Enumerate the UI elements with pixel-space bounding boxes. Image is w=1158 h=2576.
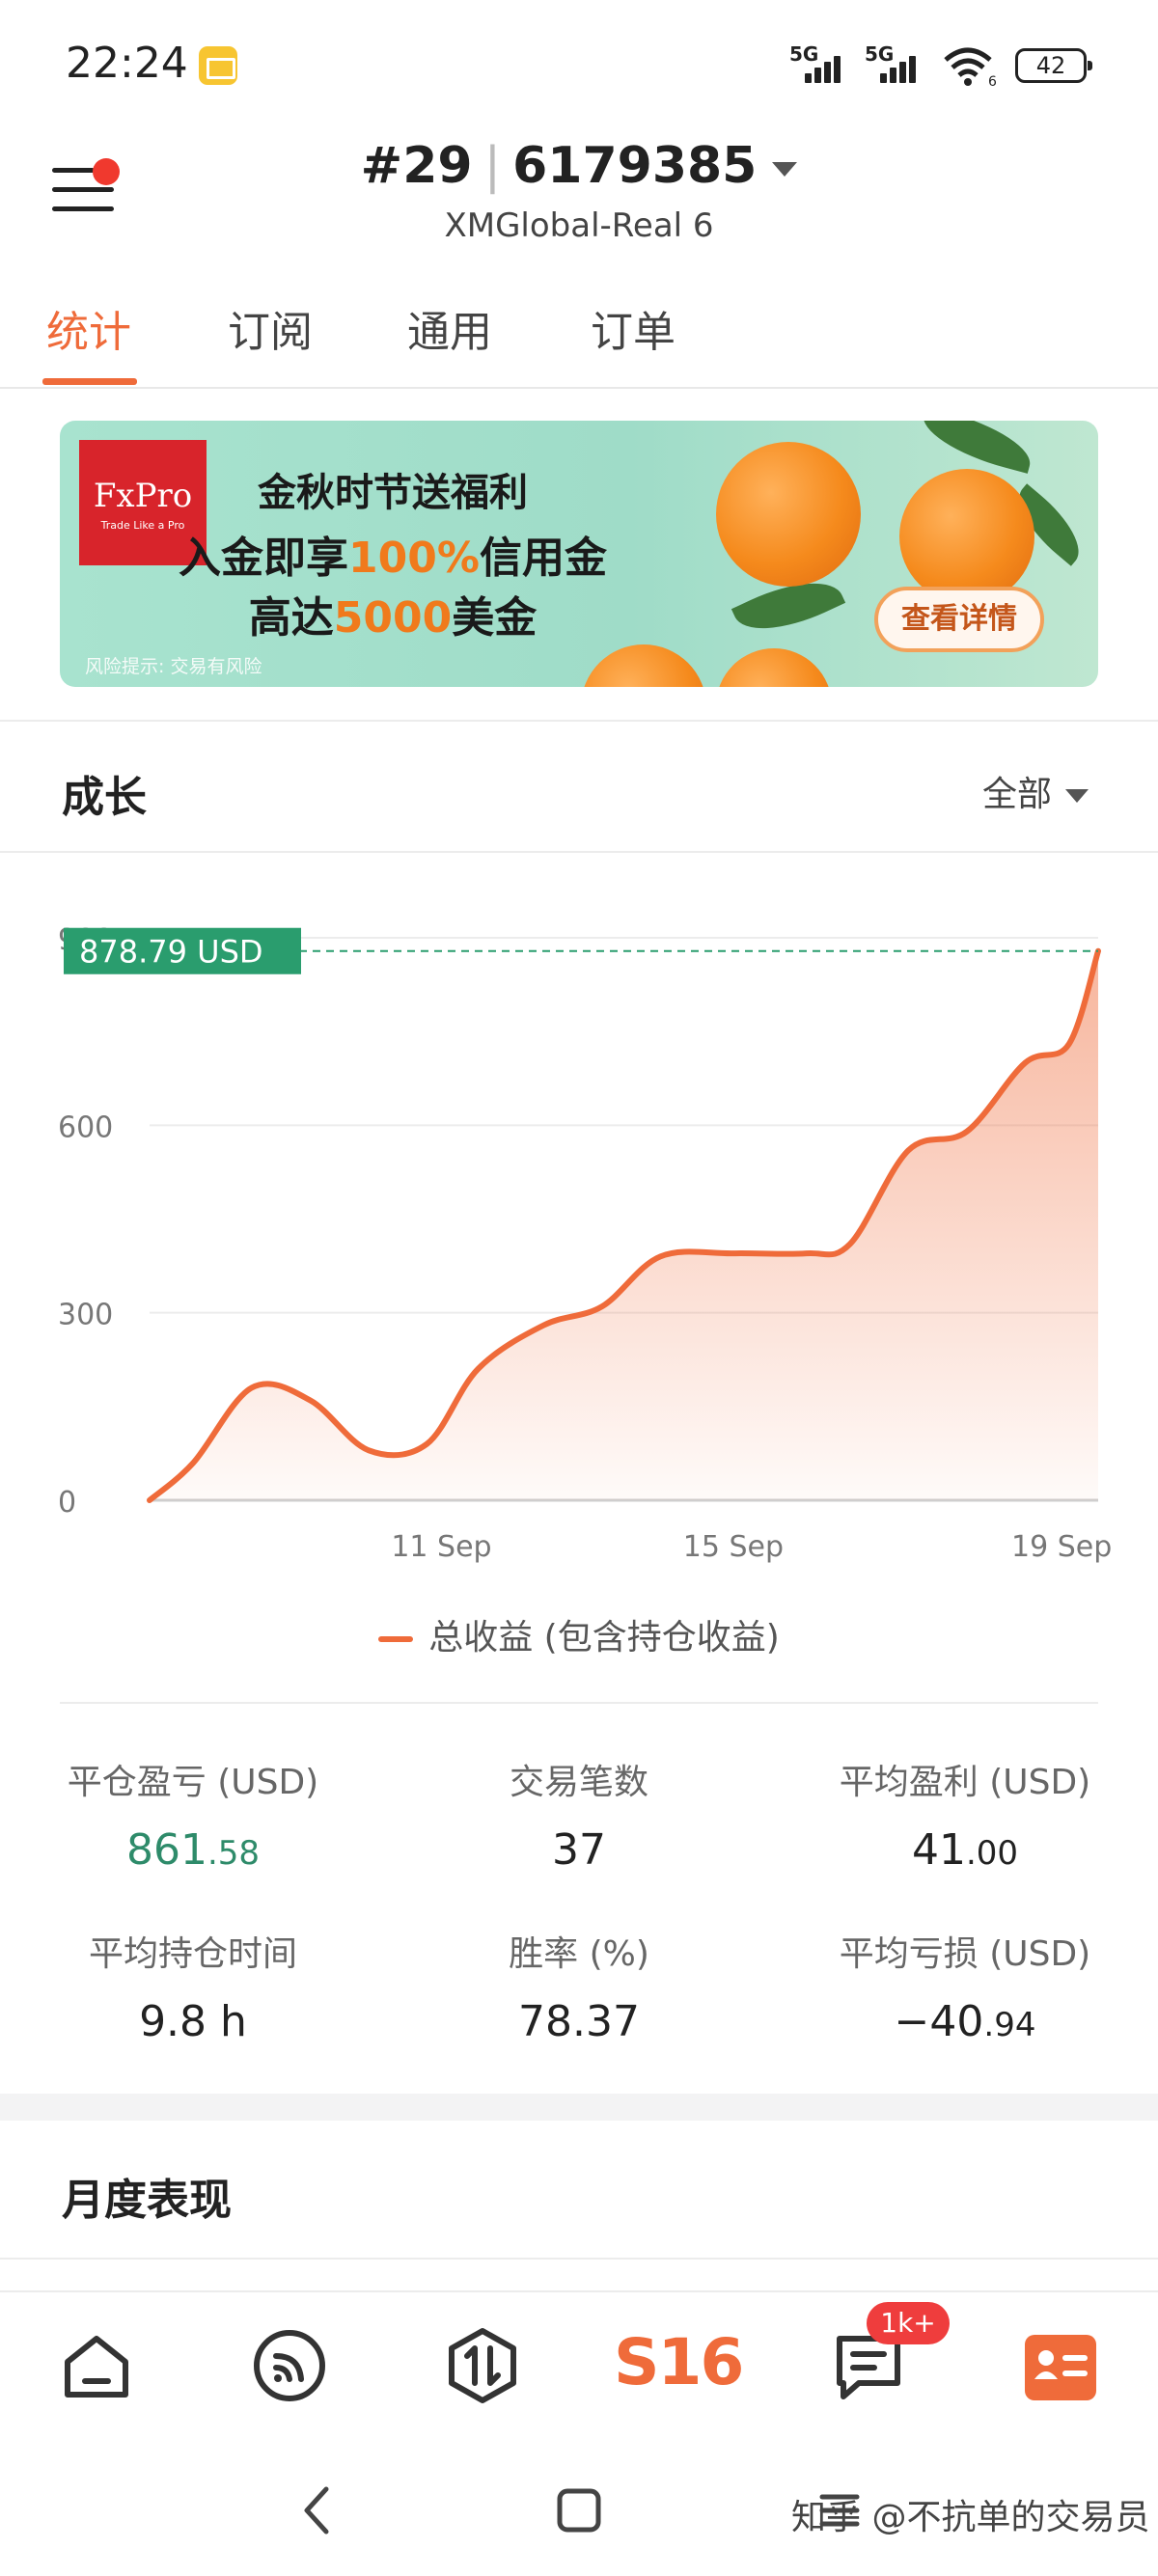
- stat-label: 平仓盈亏 (USD): [67, 1763, 319, 1802]
- tab-general[interactable]: 通用: [407, 297, 492, 359]
- stat-label: 平均亏损 (USD): [839, 1934, 1091, 1974]
- monthly-performance-title: 月度表现: [62, 2176, 232, 2225]
- nav-feed[interactable]: [251, 2327, 328, 2404]
- stat-win-rate: 胜率 (%) 78.37: [386, 1926, 772, 2046]
- account-id: 6179385: [512, 137, 758, 195]
- server-name: XMGlobal-Real 6: [444, 206, 714, 245]
- notification-badge: 1k+: [867, 2302, 950, 2344]
- nav-home[interactable]: [58, 2327, 135, 2404]
- tab-orders[interactable]: 订单: [591, 297, 676, 359]
- caret-down-icon: [1065, 789, 1089, 803]
- x-tick-label: 19 Sep: [1011, 1530, 1112, 1564]
- stat-avg-hold-time: 平均持仓时间 9.8 h: [0, 1926, 386, 2046]
- legend-label: 总收益 (包含持仓收益): [428, 1618, 780, 1658]
- stat-trade-count: 交易笔数 37: [386, 1754, 772, 1875]
- bottom-nav: S16 1k+: [0, 2290, 1158, 2437]
- divider: [0, 387, 1158, 389]
- wifi-sub-label: 6: [988, 74, 997, 87]
- status-time: 22:24: [66, 39, 188, 88]
- growth-chart: 030060090011 Sep15 Sep19 Sep 878.79 USD: [58, 923, 1112, 1564]
- stat-avg-profit: 平均盈利 (USD) 41.00: [772, 1754, 1158, 1875]
- y-tick-label: 300: [58, 1299, 113, 1332]
- range-filter-value: 全部: [982, 775, 1053, 814]
- signal-1-icon: 5G: [789, 42, 847, 87]
- offer-amount: 5000: [333, 593, 453, 643]
- section-gap: [0, 2094, 1158, 2121]
- battery-icon: 42: [1015, 48, 1092, 83]
- divider: [60, 1702, 1098, 1704]
- promo-banner[interactable]: FxPro Trade Like a Pro 金秋时节送福利 入金即享100%信…: [60, 421, 1098, 687]
- growth-title: 成长: [62, 773, 147, 822]
- signal-1-label: 5G: [789, 42, 819, 66]
- banner-offer-line: 入金即享100%信用金: [179, 534, 607, 583]
- stat-value: −40.94: [894, 1997, 1036, 2046]
- divider: [0, 851, 1158, 853]
- offer-percent: 100%: [348, 534, 480, 583]
- home-square-icon[interactable]: [550, 2481, 608, 2539]
- stat-value: 861.58: [125, 1825, 261, 1875]
- home-icon: [65, 2336, 128, 2398]
- series-area: [150, 950, 1098, 1500]
- profile-card-icon: [1034, 2350, 1088, 2379]
- stat-value: 37: [552, 1825, 606, 1875]
- stat-label: 平均盈利 (USD): [839, 1763, 1091, 1802]
- stat-label: 交易笔数: [509, 1763, 648, 1802]
- stat-label: 胜率 (%): [509, 1934, 649, 1974]
- x-tick-label: 11 Sep: [391, 1530, 491, 1564]
- chart-legend: 总收益 (包含持仓收益): [0, 1609, 1158, 1659]
- nav-s16[interactable]: S16: [614, 2325, 744, 2399]
- account-selector[interactable]: #29 | 6179385: [0, 137, 1158, 195]
- current-value-label: 878.79 USD: [79, 934, 263, 971]
- divider: [0, 2258, 1158, 2260]
- tab-statistics[interactable]: 统计: [46, 297, 131, 359]
- stat-value: 78.37: [518, 1997, 640, 2046]
- feed-icon: [254, 2330, 325, 2401]
- stat-avg-loss: 平均亏损 (USD) −40.94: [772, 1926, 1158, 2046]
- nav-trade[interactable]: [444, 2327, 521, 2404]
- legend-swatch: [378, 1636, 414, 1642]
- banner-headline: 金秋时节送福利: [258, 471, 528, 515]
- y-tick-label: 600: [58, 1110, 113, 1144]
- stat-value: 9.8 h: [139, 1997, 247, 2046]
- signal-2-icon: 5G: [865, 42, 923, 87]
- nav-profile[interactable]: [1025, 2335, 1096, 2400]
- x-tick-label: 15 Sep: [683, 1530, 784, 1564]
- y-tick-label: 0: [58, 1486, 76, 1520]
- risk-warning: 风险提示: 交易有风险: [85, 656, 262, 677]
- stat-label: 平均持仓时间: [88, 1934, 297, 1974]
- divider: [0, 720, 1158, 722]
- view-details-button[interactable]: 查看详情: [874, 587, 1044, 652]
- stat-value: 41.00: [911, 1825, 1019, 1875]
- watermark: 知乎 @不抗单的交易员: [791, 2498, 1150, 2537]
- mail-notification-icon: [199, 46, 237, 85]
- trade-icon: [449, 2328, 516, 2403]
- range-filter-dropdown[interactable]: 全部: [982, 766, 1089, 816]
- wifi-icon: 6: [942, 44, 998, 90]
- signal-2-label: 5G: [865, 42, 895, 66]
- active-tab-indicator: [42, 378, 137, 385]
- back-icon[interactable]: [290, 2481, 347, 2539]
- account-rank: #29: [360, 137, 473, 195]
- banner-amount-line: 高达5000美金: [248, 593, 538, 643]
- stat-closed-pnl: 平仓盈亏 (USD) 861.58: [0, 1754, 386, 1875]
- tab-subscribe[interactable]: 订阅: [228, 297, 313, 359]
- caret-down-icon: [772, 161, 798, 177]
